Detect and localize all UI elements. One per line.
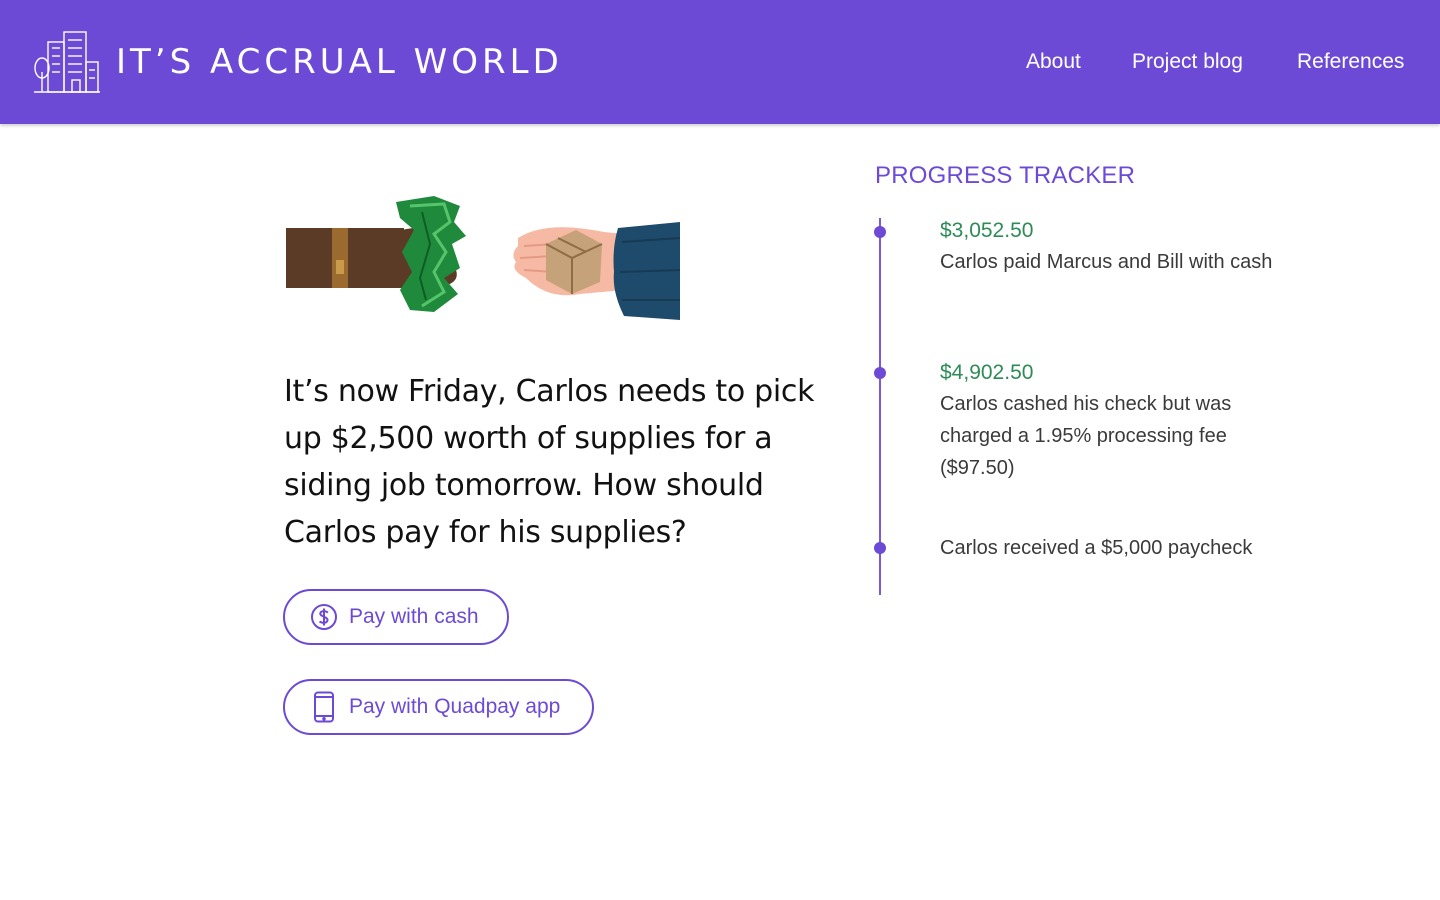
entry-description: Carlos received a $5,000 paycheck: [940, 537, 1253, 559]
entry-amount: $3,052.50: [940, 219, 1034, 242]
pay-with-quadpay-button[interactable]: Pay with Quadpay app: [283, 679, 594, 735]
nav-project-blog-link[interactable]: Project blog: [1132, 46, 1243, 78]
timeline-dot: [874, 542, 886, 554]
timeline-dot: [874, 367, 886, 379]
payment-exchange-illustration: [284, 182, 684, 328]
pay-with-cash-label: Pay with cash: [349, 605, 479, 628]
entry-description: Carlos cashed his check but was charged …: [940, 393, 1232, 479]
wristwatch: [332, 228, 348, 288]
tracker-entry: $3,052.50 Carlos paid Marcus and Bill wi…: [940, 216, 1280, 278]
tracker-entry: Carlos received a $5,000 paycheck: [940, 532, 1280, 564]
dollar-circle-icon: [309, 601, 339, 633]
nav-references-link[interactable]: References: [1297, 46, 1404, 78]
tracker-entry: $4,902.50 Carlos cashed his check but wa…: [940, 358, 1280, 484]
nav-about-link[interactable]: About: [1026, 46, 1081, 78]
timeline-dot: [874, 226, 886, 238]
city-buildings-icon[interactable]: [32, 28, 102, 96]
smartphone-icon: [309, 691, 339, 723]
pay-with-quadpay-label: Pay with Quadpay app: [349, 695, 561, 718]
site-header: IT’S ACCRUAL WORLD About Project blog Re…: [0, 0, 1440, 124]
progress-tracker-title: PROGRESS TRACKER: [875, 162, 1136, 189]
timeline-line: [879, 218, 881, 595]
entry-amount: $4,902.50: [940, 361, 1034, 384]
scenario-question: It’s now Friday, Carlos needs to pick up…: [284, 374, 815, 550]
entry-description: Carlos paid Marcus and Bill with cash: [940, 251, 1273, 273]
cash-bundle: [396, 196, 466, 312]
site-title[interactable]: IT’S ACCRUAL WORLD: [116, 38, 563, 86]
pay-with-cash-button[interactable]: Pay with cash: [283, 589, 509, 645]
